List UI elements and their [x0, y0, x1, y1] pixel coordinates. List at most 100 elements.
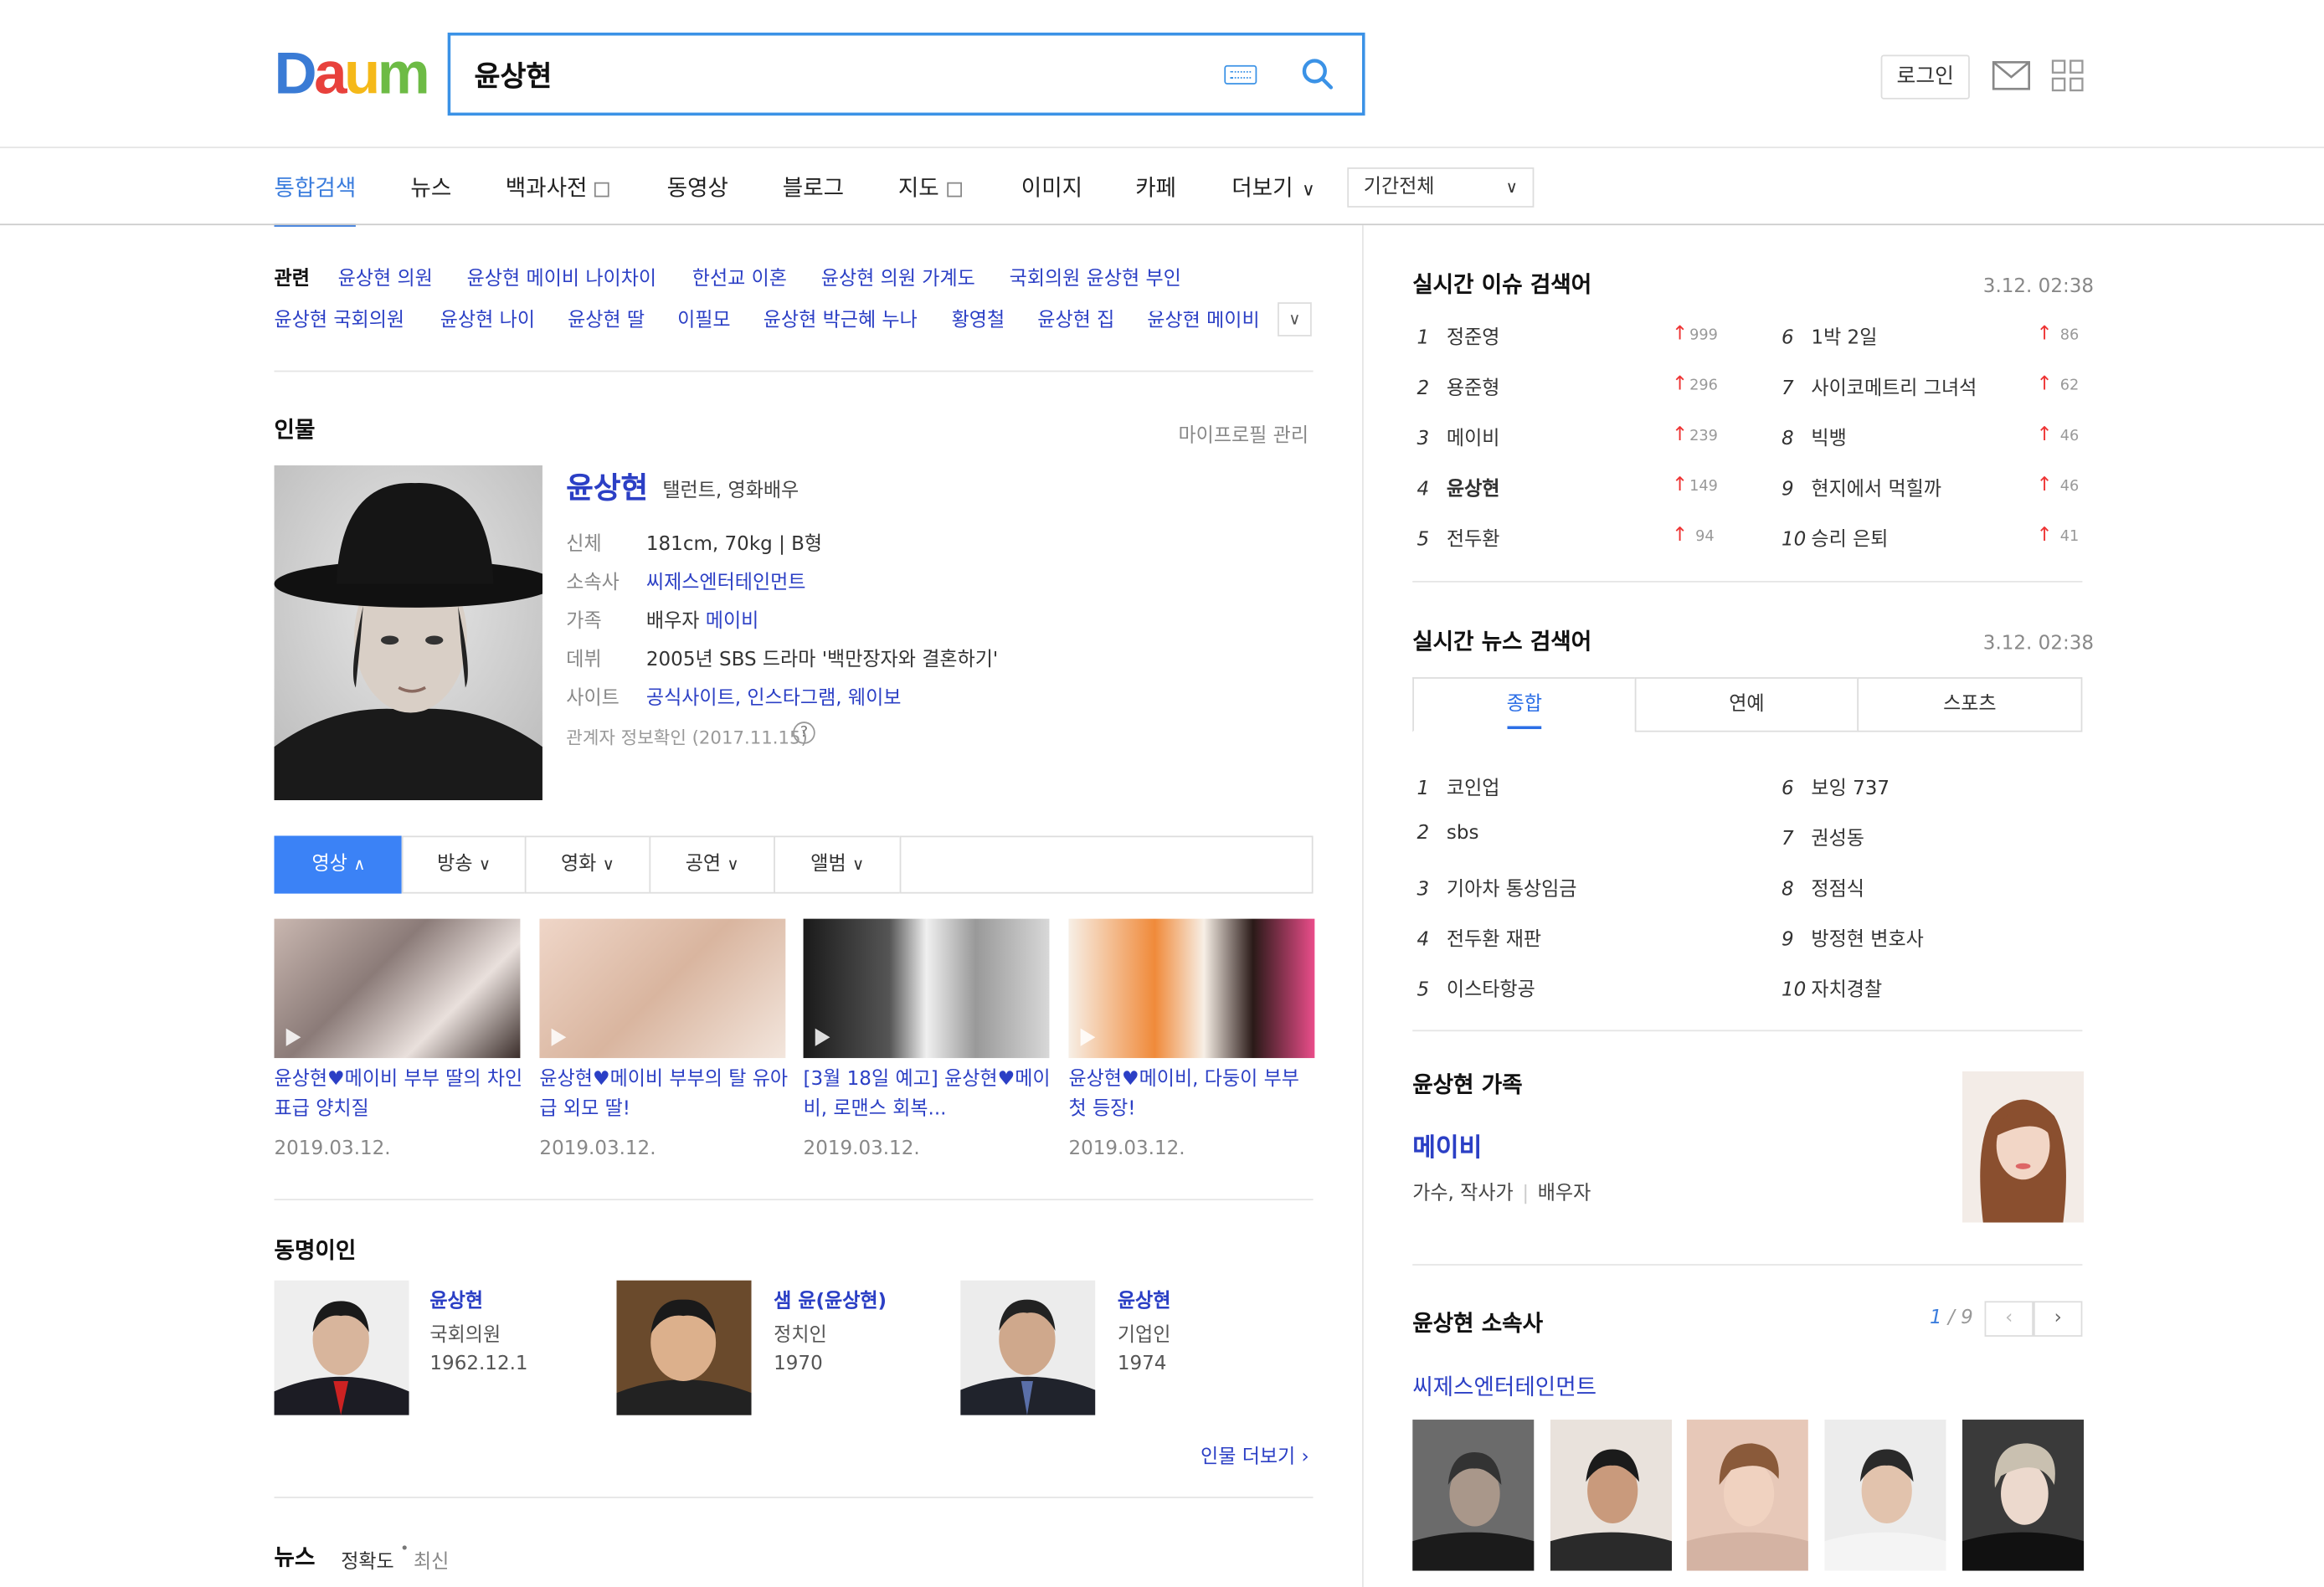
tab-integrated[interactable]: 통합검색	[274, 172, 357, 227]
news-keyword-item[interactable]: 1 코인업	[1417, 772, 1500, 800]
issue-item[interactable]: 7 사이코메트리 그녀석	[1782, 372, 1977, 400]
next-button[interactable]: ›	[2033, 1301, 2083, 1337]
agency-actor-photo[interactable]	[1412, 1420, 1535, 1571]
news-keyword-item[interactable]: 4 전두환 재판	[1417, 923, 1542, 952]
video-thumbnail[interactable]	[539, 918, 786, 1059]
expand-related-button[interactable]: ∨	[1278, 302, 1312, 336]
news-keyword-item[interactable]: 2 sbs	[1417, 823, 1479, 845]
mail-icon[interactable]	[1992, 61, 2031, 90]
samename-photo[interactable]	[274, 1280, 409, 1415]
news-keyword-item[interactable]: 9 방정현 변호사	[1782, 923, 1924, 952]
news-keyword-item[interactable]: 8 정점식	[1782, 873, 1864, 901]
news-keyword-item[interactable]: 3 기아차 통상임금	[1417, 873, 1577, 901]
video-title[interactable]: [3월 18일 예고] 윤상현♥메이비, 로맨스 회복...	[804, 1066, 1052, 1125]
media-tab-broadcast[interactable]: 방송 ∨	[401, 835, 525, 894]
video-title[interactable]: 윤상현♥메이비 부부 딸의 차인표급 양치질	[275, 1066, 523, 1125]
related-link[interactable]: 윤상현 의원 가계도	[821, 269, 975, 290]
issue-item[interactable]: 5 전두환	[1417, 523, 1500, 552]
rank-delta: 239	[1689, 428, 1718, 445]
news-keyword-item[interactable]: 5 이스타항공	[1417, 973, 1535, 1002]
related-link[interactable]: 윤상현 메이비 나이차이	[467, 269, 656, 290]
rank-number: 6	[1782, 778, 1794, 801]
related-link[interactable]: 한선교 이혼	[692, 269, 787, 290]
tab-image[interactable]: 이미지	[1021, 172, 1082, 225]
video-title[interactable]: 윤상현♥메이비 부부의 탈 유아급 외모 딸!	[539, 1066, 788, 1125]
issue-item[interactable]: 6 1박 2일	[1782, 321, 1877, 350]
related-link[interactable]: 이필모	[677, 311, 731, 332]
media-tab-video[interactable]: 영상 ∧	[274, 835, 402, 894]
news-keyword-item[interactable]: 7 권성동	[1782, 823, 1864, 851]
issue-item[interactable]: 2 용준형	[1417, 372, 1500, 400]
media-tab-movie[interactable]: 영화 ∨	[524, 835, 650, 894]
login-button[interactable]: 로그인	[1880, 54, 1970, 100]
agency-name[interactable]: 씨제스엔터테인먼트	[1412, 1371, 1596, 1402]
agency-actor-photo[interactable]	[1686, 1420, 1808, 1571]
samename-name[interactable]: 윤상현	[1118, 1285, 1171, 1313]
news-tab-general[interactable]: 종합	[1412, 677, 1637, 732]
related-link[interactable]: 윤상현 국회의원	[275, 311, 405, 332]
daum-logo[interactable]: Daum	[275, 44, 430, 104]
news-tab-entertainment[interactable]: 연예	[1634, 677, 1859, 732]
issue-item[interactable]: 9 현지에서 먹힐까	[1782, 473, 1941, 501]
news-keyword-item[interactable]: 10 자치경찰	[1782, 973, 1882, 1002]
search-icon[interactable]	[1300, 56, 1335, 91]
samename-name[interactable]: 샘 윤(윤상현)	[774, 1285, 887, 1313]
agency-actor-photo[interactable]	[1962, 1420, 2085, 1571]
tab-blog[interactable]: 블로그	[783, 172, 844, 225]
video-thumbnail[interactable]	[274, 918, 521, 1059]
related-link[interactable]: 윤상현 딸	[568, 311, 645, 332]
divider	[1412, 1264, 2083, 1266]
agency-actor-photo[interactable]	[1824, 1420, 1946, 1571]
related-link[interactable]: 윤상현 메이비	[1147, 311, 1262, 332]
person-photo[interactable]	[274, 465, 542, 801]
video-thumbnail[interactable]	[803, 918, 1050, 1059]
issue-item[interactable]: 3 메이비	[1417, 423, 1500, 451]
family-name[interactable]: 메이비	[1412, 1127, 1482, 1163]
site-links[interactable]: 공식사이트, 인스타그램, 웨이보	[646, 681, 902, 710]
family-photo[interactable]	[1962, 1071, 2085, 1223]
samename-name[interactable]: 윤상현	[429, 1285, 483, 1313]
play-icon	[551, 1028, 567, 1046]
agency-link[interactable]: 씨제스엔터테인먼트	[646, 566, 806, 594]
tab-more[interactable]: 더보기 ∨	[1231, 172, 1315, 225]
column-divider	[1361, 225, 1364, 1587]
related-link[interactable]: 윤상현 집	[1037, 311, 1114, 332]
samename-job: 기업인	[1117, 1324, 1171, 1348]
video-title[interactable]: 윤상현♥메이비, 다둥이 부부 첫 등장!	[1068, 1066, 1317, 1125]
period-select[interactable]: 기간전체 ∨	[1347, 167, 1535, 208]
samename-photo[interactable]	[960, 1280, 1096, 1415]
issue-item[interactable]: 4 윤상현	[1417, 473, 1500, 501]
tab-encyclopedia[interactable]: 백과사전	[506, 172, 609, 225]
keyboard-icon[interactable]	[1224, 64, 1257, 85]
rank-number: 7	[1782, 828, 1794, 851]
related-link[interactable]: 윤상현 의원	[338, 269, 433, 290]
media-tab-performance[interactable]: 공연 ∨	[649, 835, 774, 894]
help-icon[interactable]: ?	[793, 722, 815, 744]
search-input[interactable]	[474, 51, 1186, 97]
media-tab-album[interactable]: 앨범 ∨	[774, 835, 900, 894]
issue-item[interactable]: 8 빅뱅	[1782, 423, 1847, 451]
sort-latest[interactable]: 최신	[414, 1546, 449, 1574]
agency-actor-photo[interactable]	[1550, 1420, 1673, 1571]
related-link[interactable]: 황영철	[952, 311, 1005, 332]
video-thumbnail[interactable]	[1068, 918, 1315, 1059]
related-link[interactable]: 국회의원 윤상현 부인	[1010, 269, 1181, 290]
samename-photo[interactable]	[616, 1280, 752, 1415]
issue-item[interactable]: 1 정준영	[1417, 321, 1500, 350]
spouse-link[interactable]: 메이비	[706, 610, 759, 633]
prev-button[interactable]: ‹	[1984, 1301, 2034, 1337]
tab-cafe[interactable]: 카페	[1135, 172, 1176, 225]
more-people-link[interactable]: 인물 더보기 ›	[1201, 1441, 1309, 1469]
related-link[interactable]: 윤상현 나이	[440, 311, 535, 332]
news-tab-sports[interactable]: 스포츠	[1857, 677, 2083, 732]
apps-grid-icon[interactable]	[2051, 59, 2084, 92]
tab-video[interactable]: 동영상	[667, 172, 728, 225]
issue-item[interactable]: 10 승리 은퇴	[1782, 523, 1888, 552]
sort-accuracy[interactable]: 정확도	[341, 1546, 394, 1574]
tab-news[interactable]: 뉴스	[410, 172, 451, 225]
related-link[interactable]: 윤상현 박근혜 누나	[764, 311, 918, 332]
tab-map[interactable]: 지도	[898, 172, 962, 225]
my-profile-link[interactable]: 마이프로필 관리	[1178, 419, 1309, 448]
news-keyword-item[interactable]: 6 보잉 737	[1782, 772, 1890, 800]
person-name[interactable]: 윤상현	[566, 464, 648, 506]
